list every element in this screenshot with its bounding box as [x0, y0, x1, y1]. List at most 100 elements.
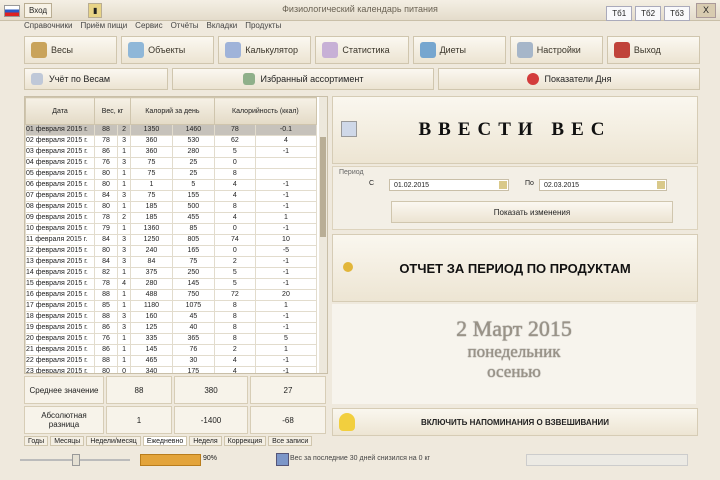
table-cell: 76 [93, 333, 119, 345]
column-header-kcal[interactable]: Калорийность (ккал) [213, 97, 318, 125]
table-row[interactable]: 14 февраля 2015 г. 82 1 375 250 5 -1 [25, 267, 318, 279]
table-row[interactable]: 05 февраля 2015 г. 80 1 75 25 8 [25, 168, 318, 180]
zoom-slider-knob[interactable] [72, 454, 80, 466]
table-row[interactable]: 16 февраля 2015 г. 88 1 488 750 72 20 [25, 289, 318, 301]
table-cell: 78 [93, 135, 119, 147]
window-tab-2[interactable]: Тб2 [635, 6, 662, 21]
table-row[interactable]: 23 февраля 2015 г. 80 0 340 175 4 -1 [25, 366, 318, 373]
table-cell: 3 [117, 234, 131, 246]
table-row[interactable]: 10 февраля 2015 г. 79 1 1360 85 0 -1 [25, 223, 318, 235]
window-tab-1[interactable]: Тб1 [606, 6, 633, 21]
calendar-icon[interactable] [499, 181, 507, 189]
to-date-field[interactable]: 02.03.2015 [539, 179, 667, 191]
table-cell: 8 [213, 311, 256, 323]
enter-weight-button[interactable]: ВВЕСТИ ВЕС [332, 96, 698, 164]
table-row[interactable]: 08 февраля 2015 г. 80 1 185 500 8 -1 [25, 201, 318, 213]
table-scrollbar[interactable] [319, 97, 327, 373]
tab-week[interactable]: Неделя [189, 436, 222, 446]
from-date-field[interactable]: 01.02.2015 [389, 179, 509, 191]
weight-table: Дата Вес, кг Калорий за день Калорийност… [24, 96, 328, 374]
settings-button[interactable]: Настройки [509, 36, 603, 64]
table-row[interactable]: 22 февраля 2015 г. 88 1 465 30 4 -1 [25, 355, 318, 367]
table-cell: -1 [254, 223, 318, 235]
table-row[interactable]: 06 февраля 2015 г. 80 1 1 5 4 -1 [25, 179, 318, 191]
table-cell: 07 февраля 2015 г. [25, 190, 95, 202]
table-cell: 4 [213, 212, 256, 224]
info-icon [276, 453, 289, 466]
current-date-display: 2 Март 2015 понедельник осенью [332, 304, 696, 404]
table-cell: 0 [117, 366, 131, 373]
tab-weeks-month[interactable]: Недели/месяц [86, 436, 141, 446]
scrollbar-thumb[interactable] [320, 137, 326, 237]
table-cell: 40 [171, 322, 215, 334]
table-cell: 19 февраля 2015 г. [25, 322, 95, 334]
table-row[interactable]: 15 февраля 2015 г. 78 4 280 145 5 -1 [25, 278, 318, 290]
table-row[interactable]: 07 февраля 2015 г. 84 3 75 155 4 -1 [25, 190, 318, 202]
close-button[interactable]: X [696, 3, 716, 18]
table-row[interactable]: 18 февраля 2015 г. 88 3 160 45 8 -1 [25, 311, 318, 323]
tab-daily[interactable]: Ежедневно [142, 436, 188, 446]
table-cell: 488 [130, 289, 173, 301]
menu-item[interactable]: Отчёты [171, 21, 199, 35]
tab-all-records[interactable]: Все записи [268, 436, 313, 446]
table-row[interactable]: 04 февраля 2015 г. 76 3 75 25 0 [25, 157, 318, 169]
menu-item[interactable]: Сервис [135, 21, 162, 35]
exit-icon [613, 42, 630, 58]
menu-item[interactable]: Приём пищи [80, 21, 127, 35]
tab-years[interactable]: Годы [24, 436, 49, 446]
table-cell: 8 [213, 300, 256, 312]
table-row[interactable]: 09 февраля 2015 г. 78 2 185 455 4 1 [25, 212, 318, 224]
favorites-button[interactable]: Избранный ассортимент [172, 68, 434, 90]
image-icon [341, 121, 357, 137]
table-row[interactable]: 13 февраля 2015 г. 84 3 84 75 2 -1 [25, 256, 318, 268]
table-row[interactable]: 01 февраля 2015 г. 88 2 1350 1460 78 -0.1 [25, 124, 318, 136]
table-row[interactable]: 03 февраля 2015 г. 86 1 360 280 5 -1 [25, 146, 318, 158]
table-cell: -1 [254, 267, 318, 279]
table-cell: 17 февраля 2015 г. [25, 300, 95, 312]
status-field [526, 454, 688, 466]
table-cell: 4 [117, 278, 131, 290]
table-cell: 3 [117, 157, 131, 169]
table-row[interactable]: 19 февраля 2015 г. 86 3 125 40 8 -1 [25, 322, 318, 334]
average-kcal: 27 [250, 376, 326, 404]
table-row[interactable]: 02 февраля 2015 г. 78 3 360 530 62 4 [25, 135, 318, 147]
calculator-button[interactable]: Калькулятор [218, 36, 312, 64]
exit-button[interactable]: Выход [606, 36, 700, 64]
table-cell: 18 февраля 2015 г. [25, 311, 95, 323]
table-cell: -1 [254, 355, 318, 367]
enable-reminders-button[interactable]: ВКЛЮЧИТЬ НАПОМИНАНИЯ О ВЗВЕШИВАНИИ [332, 408, 698, 436]
table-cell: 185 [130, 212, 173, 224]
progress-bar [140, 454, 202, 466]
scales-button[interactable]: Весы [24, 36, 118, 64]
table-row[interactable]: 21 февраля 2015 г. 86 1 145 76 2 1 [25, 344, 318, 356]
table-cell: 88 [93, 355, 119, 367]
table-cell: 0 [213, 157, 256, 169]
menu-item[interactable]: Продукты [245, 21, 281, 35]
period-report-button[interactable]: ОТЧЕТ ЗА ПЕРИОД ПО ПРОДУКТАМ [332, 234, 698, 302]
calendar-icon[interactable] [657, 181, 665, 189]
table-cell: 145 [171, 278, 215, 290]
tab-correction[interactable]: Коррекция [223, 436, 267, 446]
column-header-date[interactable]: Дата [25, 97, 95, 125]
tab-months[interactable]: Месяцы [50, 436, 85, 446]
table-row[interactable]: 17 февраля 2015 г. 85 1 1180 1075 8 1 [25, 300, 318, 312]
menu-item[interactable]: Вкладки [207, 21, 238, 35]
table-cell: 465 [130, 355, 173, 367]
objects-button[interactable]: Объекты [121, 36, 215, 64]
table-cell: 78 [93, 278, 119, 290]
table-cell: 20 февраля 2015 г. [25, 333, 95, 345]
diets-button[interactable]: Диеты [412, 36, 506, 64]
column-header-weight[interactable]: Вес, кг [94, 97, 131, 125]
table-row[interactable]: 20 февраля 2015 г. 76 1 335 365 8 5 [25, 333, 318, 345]
show-changes-button[interactable]: Показать изменения [391, 201, 673, 223]
day-indicators-button[interactable]: Показатели Дня [438, 68, 700, 90]
table-cell: 45 [171, 311, 215, 323]
statistics-button[interactable]: Статистика [315, 36, 409, 64]
table-row[interactable]: 12 февраля 2015 г. 80 3 240 165 0 -5 [25, 245, 318, 257]
table-row[interactable]: 11 февраля 2015 г. 84 3 1250 805 74 10 [25, 234, 318, 246]
column-header-calories[interactable]: Калорий за день [130, 97, 215, 125]
weight-history-button[interactable]: Учёт по Весам [24, 68, 168, 90]
table-cell: 03 февраля 2015 г. [25, 146, 95, 158]
menu-item[interactable]: Справочники [24, 21, 72, 35]
window-tab-3[interactable]: Тб3 [664, 6, 690, 21]
